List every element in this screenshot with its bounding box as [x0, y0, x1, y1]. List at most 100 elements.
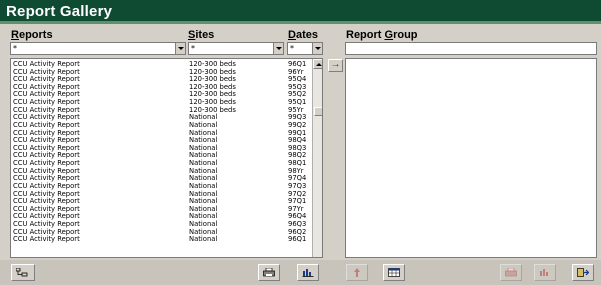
sites-filter-combo[interactable]: * [188, 42, 284, 55]
date-value: 95Q2 [288, 90, 307, 99]
site-name: 120-300 beds [189, 82, 236, 91]
chart-group-button[interactable] [534, 264, 556, 281]
site-name: National [189, 212, 218, 221]
site-name: National [189, 189, 218, 198]
chevron-down-icon[interactable] [273, 43, 283, 54]
date-value: 98Q1 [288, 159, 307, 168]
chevron-down-icon[interactable] [312, 43, 322, 54]
site-name: 120-300 beds [189, 67, 236, 76]
report-group-combo[interactable] [345, 42, 597, 55]
report-name: CCU Activity Report [13, 227, 80, 236]
site-name: National [189, 204, 218, 213]
date-value: 95Yr [288, 105, 304, 114]
printer-icon [505, 268, 517, 277]
chevron-down-icon[interactable] [175, 43, 185, 54]
site-name: National [189, 159, 218, 168]
exit-door-icon [577, 268, 589, 277]
site-name: National [189, 113, 218, 122]
report-name: CCU Activity Report [13, 128, 80, 137]
report-name: CCU Activity Report [13, 136, 80, 145]
date-value: 96Q1 [288, 60, 307, 68]
report-name: CCU Activity Report [13, 98, 80, 107]
dates-filter-combo[interactable]: * [287, 42, 323, 55]
site-name: 120-300 beds [189, 60, 236, 68]
site-name: 120-300 beds [189, 105, 236, 114]
date-value: 99Q2 [288, 120, 307, 129]
date-value: 96Q3 [288, 220, 307, 229]
site-name: National [189, 166, 218, 175]
bar-chart-icon [540, 269, 548, 276]
bar-chart-icon [302, 269, 314, 277]
report-name: CCU Activity Report [13, 197, 80, 206]
table-icon [388, 268, 400, 277]
reports-filter-value: * [13, 44, 17, 53]
dates-header: Dates [288, 29, 318, 41]
site-name: National [189, 136, 218, 145]
date-value: 97Q2 [288, 189, 307, 198]
report-group-list[interactable] [345, 58, 597, 258]
date-value: 97Q3 [288, 181, 307, 190]
site-name: 120-300 beds [189, 90, 236, 99]
date-value: 96Q1 [288, 235, 307, 244]
report-group-header: Report Group [346, 29, 418, 41]
scroll-up-button[interactable] [313, 59, 322, 69]
printer-icon [263, 268, 275, 277]
date-value: 95Q4 [288, 75, 307, 84]
date-value: 97Q4 [288, 174, 307, 183]
dates-filter-value: * [290, 44, 294, 53]
title-bar: Report Gallery [0, 0, 601, 24]
site-name: 120-300 beds [189, 75, 236, 84]
date-value: 96Q2 [288, 227, 307, 236]
sites-header: Sites [188, 29, 215, 41]
report-name: CCU Activity Report [13, 151, 80, 160]
site-name: National [189, 151, 218, 160]
tree-view-button[interactable] [11, 264, 35, 281]
report-name: CCU Activity Report [13, 204, 80, 213]
site-name: National [189, 220, 218, 229]
site-name: National [189, 174, 218, 183]
date-value: 96Yr [288, 67, 304, 76]
exit-button[interactable] [572, 264, 594, 281]
date-value: 98Q2 [288, 151, 307, 160]
site-name: National [189, 227, 218, 236]
move-up-button[interactable] [346, 264, 368, 281]
date-value: 97Q1 [288, 197, 307, 206]
report-name: CCU Activity Report [13, 120, 80, 129]
print-button[interactable] [258, 264, 280, 281]
date-value: 98Q3 [288, 143, 307, 152]
site-name: 120-300 beds [189, 98, 236, 107]
report-name: CCU Activity Report [13, 174, 80, 183]
reports-filter-combo[interactable]: * [10, 42, 186, 55]
report-name: CCU Activity Report [13, 166, 80, 175]
report-name: CCU Activity Report [13, 67, 80, 76]
date-value: 95Q3 [288, 82, 307, 91]
add-to-group-button[interactable]: → [328, 59, 343, 72]
site-name: National [189, 181, 218, 190]
report-name: CCU Activity Report [13, 212, 80, 221]
report-name: CCU Activity Report [13, 90, 80, 99]
list-scrollbar[interactable] [312, 59, 322, 257]
print-group-button[interactable] [500, 264, 522, 281]
report-name: CCU Activity Report [13, 113, 80, 122]
report-name: CCU Activity Report [13, 143, 80, 152]
date-value: 99Q3 [288, 113, 307, 122]
site-name: National [189, 143, 218, 152]
window-title: Report Gallery [6, 3, 113, 20]
report-name: CCU Activity Report [13, 189, 80, 198]
report-name: CCU Activity Report [13, 235, 80, 244]
report-name: CCU Activity Report [13, 181, 80, 190]
chart-button[interactable] [297, 264, 319, 281]
report-name: CCU Activity Report [13, 105, 80, 114]
site-name: National [189, 128, 218, 137]
scroll-thumb[interactable] [314, 107, 322, 116]
date-value: 99Q1 [288, 128, 307, 137]
date-value: 98Yr [288, 166, 304, 175]
sites-filter-value: * [191, 44, 195, 53]
site-name: National [189, 120, 218, 129]
table-view-button[interactable] [383, 264, 405, 281]
reports-header: Reports [11, 29, 53, 41]
date-value: 96Q4 [288, 212, 307, 221]
reports-list[interactable]: CCU Activity Report National 96Q1 CCU Activ… [10, 58, 323, 258]
date-value: 97Yr [288, 204, 304, 213]
report-name: CCU Activity Report [13, 75, 80, 84]
